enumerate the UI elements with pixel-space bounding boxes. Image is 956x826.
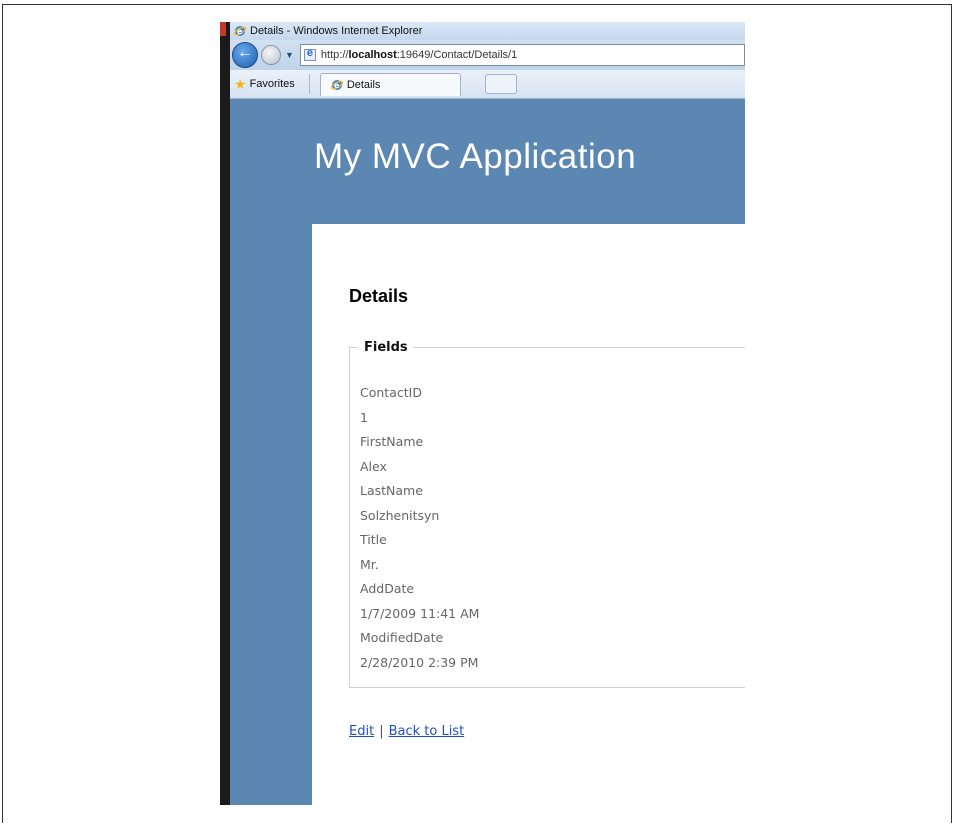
ie-icon: e xyxy=(330,79,343,91)
fieldset-legend: Fields xyxy=(364,340,408,355)
site-header-title: My MVC Application xyxy=(314,137,637,176)
address-rest: :19649/Contact/Details/1 xyxy=(396,49,518,61)
window-title: Details - Windows Internet Explorer xyxy=(250,25,423,37)
address-prefix: http:// xyxy=(320,49,349,61)
back-to-list-link[interactable]: Back to List xyxy=(389,724,465,739)
field-value: Mr. xyxy=(360,556,379,572)
edit-link[interactable]: Edit xyxy=(349,724,374,739)
field-label: ModifiedDate xyxy=(360,630,444,645)
forward-arrow-icon[interactable] xyxy=(261,45,281,65)
new-tab-button[interactable] xyxy=(485,74,518,94)
back-arrow-icon[interactable] xyxy=(232,42,258,68)
field-value: Alex xyxy=(360,458,387,474)
field-label: LastName xyxy=(360,483,423,498)
field-label: Title xyxy=(360,532,387,547)
favorites-label: Favorites xyxy=(249,78,295,90)
window-edge xyxy=(220,22,230,805)
main-content: Details Fields ContactID 1 FirstName Ale… xyxy=(312,224,745,805)
fields-fieldset: Fields ContactID 1 FirstName Alex LastNa… xyxy=(349,340,745,688)
link-separator: | xyxy=(379,724,384,739)
action-links: Edit | Back to List xyxy=(349,724,464,739)
field-value: 1 xyxy=(360,409,368,425)
toolbar-divider xyxy=(308,74,310,94)
ie-icon: e xyxy=(234,25,246,37)
favorites-bar: ★ Favorites e Details xyxy=(230,70,745,99)
tab-details[interactable]: e Details xyxy=(319,72,462,96)
svg-text:e: e xyxy=(237,27,243,36)
address-toolbar: ▼ http://localhost:19649/Contact/Details… xyxy=(230,40,745,70)
history-dropdown-icon[interactable]: ▼ xyxy=(285,50,294,60)
tab-label: Details xyxy=(346,78,381,91)
field-value: 2/28/2010 2:39 PM xyxy=(360,654,479,670)
field-list: ContactID 1 FirstName Alex LastName Solz… xyxy=(360,381,479,675)
address-host: localhost xyxy=(348,49,397,61)
field-label: FirstName xyxy=(360,434,424,449)
field-label: ContactID xyxy=(360,385,422,400)
favorites-star-icon: ★ xyxy=(234,75,247,92)
site-page: My MVC Application Details Fields Contac… xyxy=(230,99,745,805)
field-value: 1/7/2009 11:41 AM xyxy=(360,605,480,621)
address-bar[interactable]: http://localhost:19649/Contact/Details/1 xyxy=(299,44,745,66)
title-bar: e Details - Windows Internet Explorer xyxy=(230,22,745,40)
browser-window: e Details - Windows Internet Explorer ▼ … xyxy=(220,22,745,805)
svg-text:e: e xyxy=(334,81,340,90)
field-label: AddDate xyxy=(360,581,415,596)
field-value: Solzhenitsyn xyxy=(360,507,440,523)
favorites-button[interactable]: ★ Favorites xyxy=(234,76,295,93)
page-title: Details xyxy=(349,286,409,306)
page-icon xyxy=(303,47,316,61)
